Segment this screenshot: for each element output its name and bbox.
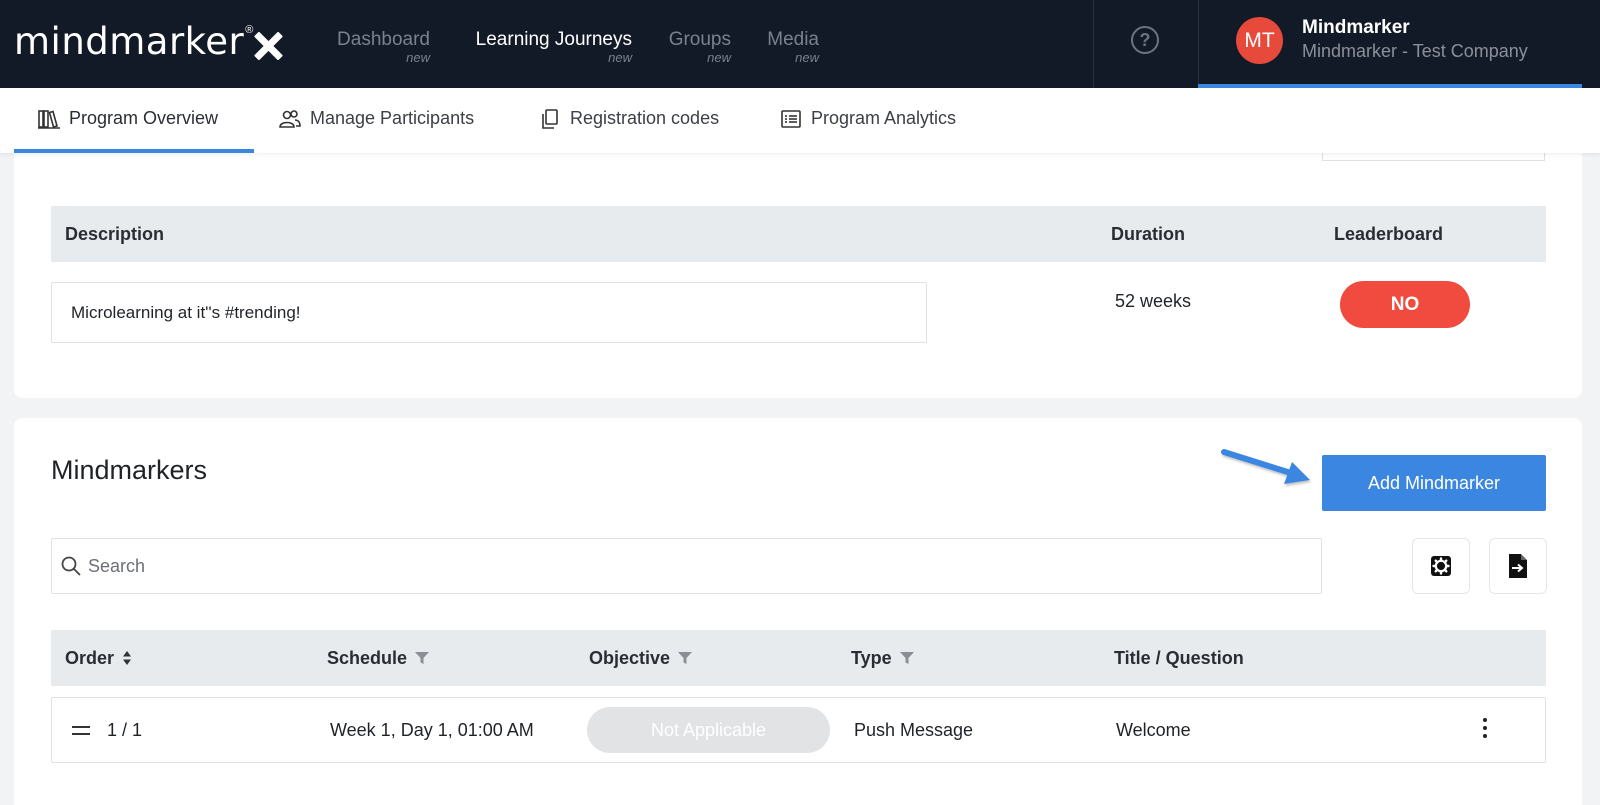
nav-media-sub: new: [795, 50, 819, 65]
account-company: Mindmarker - Test Company: [1302, 41, 1528, 61]
add-mindmarker-button[interactable]: Add Mindmarker: [1322, 455, 1546, 511]
column-objective-label: Objective: [589, 648, 671, 668]
description-field[interactable]: Microlearning at it''s #trending!: [51, 282, 927, 343]
tab-program-analytics-label: Program Analytics: [811, 108, 957, 128]
help-icon[interactable]: ?: [1131, 26, 1159, 54]
leaderboard-toggle[interactable]: NO: [1340, 281, 1470, 328]
column-objective[interactable]: Objective: [589, 630, 693, 686]
search-icon: [61, 556, 81, 576]
drag-handle-icon[interactable]: [72, 726, 90, 735]
copy-icon: [542, 108, 558, 129]
tab-registration-codes[interactable]: Registration codes: [539, 88, 719, 153]
mindmarkers-title: Mindmarkers: [51, 455, 208, 485]
nav-learning-journeys-label: Learning Journeys: [475, 29, 632, 50]
account-menu[interactable]: MT Mindmarker Mindmarker - Test Company: [1198, 0, 1582, 88]
row-type: Push Message: [854, 720, 974, 740]
column-order-label: Order: [65, 648, 115, 668]
mindmarkers-table-header: Order Schedule Objective Type Title / Qu…: [51, 630, 1546, 686]
program-subnav: Program Overview Manage Participants Reg…: [0, 88, 1600, 153]
tab-program-overview-label: Program Overview: [69, 108, 219, 128]
nav-divider: [1093, 0, 1094, 88]
tab-registration-codes-label: Registration codes: [570, 108, 720, 128]
logo-registered-mark: ®: [245, 24, 254, 36]
row-title: Welcome: [1116, 720, 1191, 740]
duration-value: 52 weeks: [1115, 291, 1192, 311]
logo-text: mindmarker: [14, 20, 245, 63]
nav-dashboard-label: Dashboard: [337, 29, 430, 50]
export-button[interactable]: [1489, 538, 1547, 594]
header-description: Description: [65, 224, 165, 244]
tab-program-analytics[interactable]: Program Analytics: [780, 88, 956, 153]
program-details-header: Description Duration Leaderboard: [51, 206, 1546, 262]
search-input[interactable]: [88, 539, 1288, 593]
row-objective-badge: Not Applicable: [587, 707, 830, 753]
program-details-card: [14, 140, 1582, 398]
header-duration: Duration: [1111, 224, 1185, 244]
search-bar: [51, 538, 1322, 594]
top-navigation-bar: mindmarker ® Dashboard new Learning Jour…: [0, 0, 1600, 88]
column-title-question: Title / Question: [1114, 648, 1244, 668]
tab-manage-participants[interactable]: Manage Participants: [279, 88, 474, 153]
nav-learning-journeys-sub: new: [608, 50, 632, 65]
tab-program-overview[interactable]: Program Overview: [38, 88, 218, 153]
mindmarker-logo[interactable]: mindmarker ®: [14, 20, 282, 64]
sort-icon: [123, 651, 132, 665]
filter-icon: [415, 652, 430, 664]
gear-icon: [1431, 556, 1451, 576]
nav-groups-label: Groups: [668, 29, 731, 50]
column-schedule[interactable]: Schedule: [327, 630, 430, 686]
users-icon: [279, 109, 301, 128]
filter-icon: [678, 652, 693, 664]
column-order[interactable]: Order: [65, 630, 132, 686]
row-order: 1 / 1: [107, 720, 143, 740]
file-export-icon: [1509, 554, 1527, 578]
books-icon: [38, 109, 60, 129]
settings-button[interactable]: [1412, 538, 1470, 594]
header-leaderboard: Leaderboard: [1334, 224, 1444, 244]
pointer-arrow-icon: [1221, 449, 1310, 484]
more-options-icon[interactable]: [1482, 718, 1488, 742]
account-name: Mindmarker: [1302, 17, 1410, 38]
column-type-label: Type: [851, 648, 892, 668]
tab-manage-participants-label: Manage Participants: [310, 108, 475, 128]
nav-media-label: Media: [767, 29, 819, 50]
row-schedule: Week 1, Day 1, 01:00 AM: [330, 720, 534, 740]
nav-groups-sub: new: [707, 50, 731, 65]
nav-dashboard-sub: new: [406, 50, 430, 65]
column-schedule-label: Schedule: [327, 648, 408, 668]
filter-icon: [899, 652, 914, 664]
list-icon: [781, 109, 801, 128]
table-row[interactable]: 1 / 1 Week 1, Day 1, 01:00 AM Not Applic…: [51, 697, 1546, 763]
active-tab-indicator: [14, 149, 254, 153]
avatar: MT: [1236, 17, 1283, 64]
column-type[interactable]: Type: [851, 630, 914, 686]
nav-media[interactable]: Media new: [767, 28, 819, 65]
nav-groups[interactable]: Groups new: [669, 28, 731, 65]
nav-learning-journeys[interactable]: Learning Journeys new: [476, 28, 632, 65]
logo-x-icon: [254, 32, 282, 60]
nav-dashboard[interactable]: Dashboard new: [337, 28, 430, 65]
